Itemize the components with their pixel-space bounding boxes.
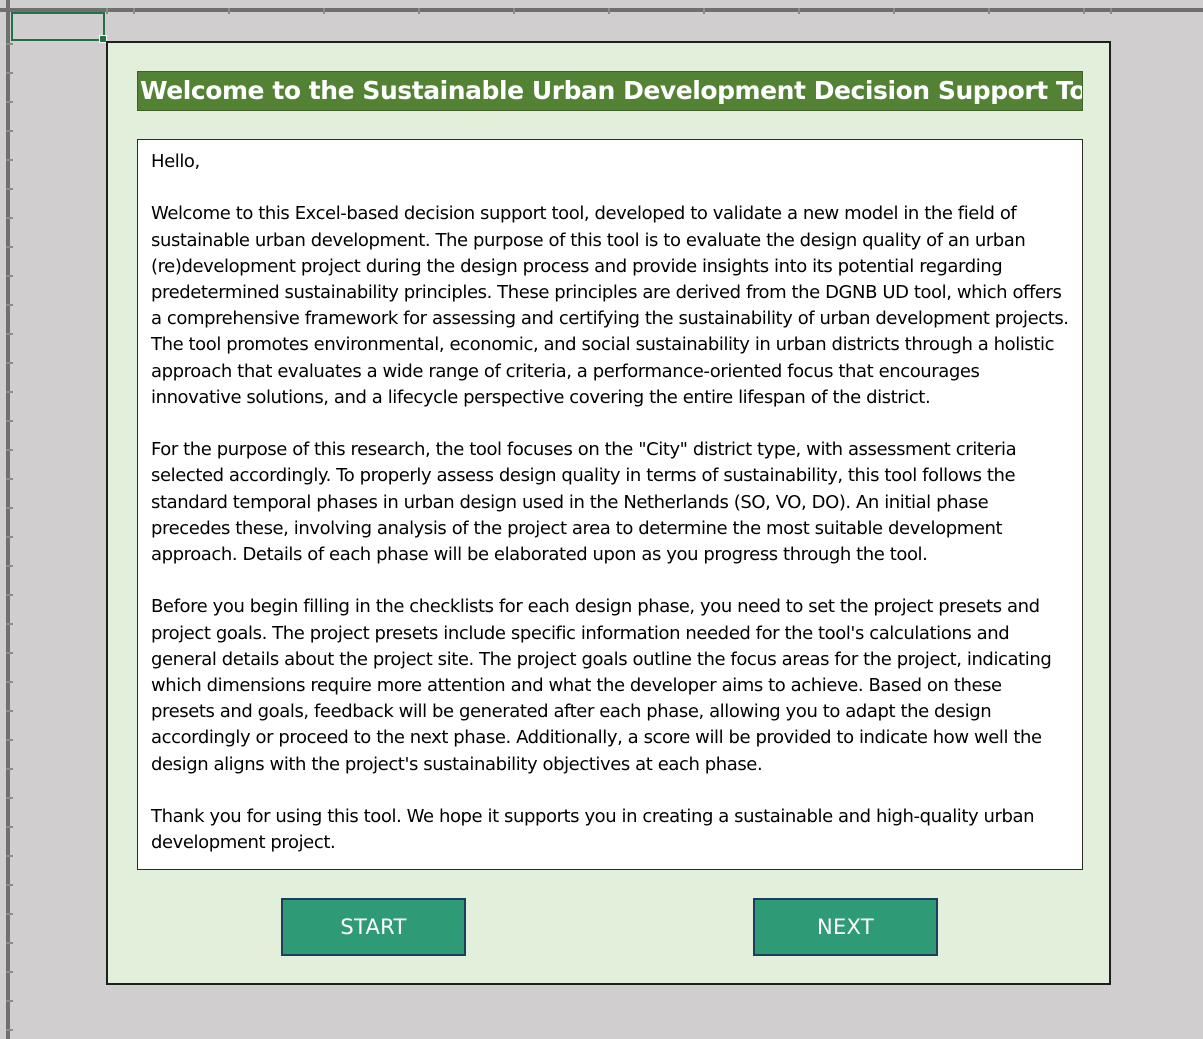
- row-divider: [6, 681, 13, 683]
- row-divider: [6, 246, 13, 248]
- row-divider: [6, 101, 13, 103]
- row-divider: [6, 478, 13, 480]
- row-divider: [6, 275, 13, 277]
- column-divider: [798, 8, 800, 14]
- row-divider: [6, 420, 13, 422]
- intro-paragraph: Welcome to this Excel-based decision sup…: [151, 203, 1069, 408]
- start-button[interactable]: START: [281, 898, 466, 956]
- greeting-paragraph: Hello,: [151, 151, 200, 172]
- row-divider: [6, 768, 13, 770]
- column-header-edge: [0, 8, 1203, 12]
- row-divider: [6, 536, 13, 538]
- column-divider: [418, 8, 420, 14]
- row-divider: [6, 623, 13, 625]
- row-divider: [6, 884, 13, 886]
- row-divider: [6, 391, 13, 393]
- column-divider: [893, 8, 895, 14]
- column-divider: [1110, 8, 1112, 14]
- column-divider: [1083, 8, 1085, 14]
- row-divider: [6, 43, 13, 45]
- row-divider: [6, 72, 13, 74]
- row-divider: [6, 304, 13, 306]
- welcome-panel: Welcome to the Sustainable Urban Develop…: [106, 41, 1111, 985]
- next-button[interactable]: NEXT: [753, 898, 938, 956]
- active-cell[interactable]: [11, 12, 107, 43]
- column-divider: [133, 8, 135, 14]
- row-divider: [6, 855, 13, 857]
- intro-text-box: Hello, Welcome to this Excel-based decis…: [137, 139, 1083, 870]
- column-divider: [703, 8, 705, 14]
- row-divider: [6, 739, 13, 741]
- row-divider: [6, 130, 13, 132]
- row-divider: [6, 971, 13, 973]
- row-divider: [6, 652, 13, 654]
- row-divider: [6, 507, 13, 509]
- row-divider: [6, 942, 13, 944]
- row-divider: [6, 826, 13, 828]
- thank-you-paragraph: Thank you for using this tool. We hope i…: [151, 806, 1035, 854]
- row-divider: [6, 1000, 13, 1002]
- column-divider: [228, 8, 230, 14]
- district-type-paragraph: For the purpose of this research, the to…: [151, 439, 1017, 566]
- row-divider: [6, 710, 13, 712]
- row-divider: [6, 159, 13, 161]
- row-divider: [6, 217, 13, 219]
- row-divider: [6, 188, 13, 190]
- row-divider: [6, 1029, 13, 1031]
- row-divider: [6, 333, 13, 335]
- column-divider: [513, 8, 515, 14]
- presets-goals-paragraph: Before you begin filling in the checklis…: [151, 596, 1052, 775]
- row-divider: [6, 797, 13, 799]
- welcome-title: Welcome to the Sustainable Urban Develop…: [137, 71, 1083, 111]
- column-divider: [988, 8, 990, 14]
- column-divider: [323, 8, 325, 14]
- column-divider: [106, 8, 108, 14]
- row-divider: [6, 362, 13, 364]
- column-divider: [608, 8, 610, 14]
- row-divider: [6, 565, 13, 567]
- row-divider: [6, 449, 13, 451]
- row-divider: [6, 594, 13, 596]
- row-divider: [6, 913, 13, 915]
